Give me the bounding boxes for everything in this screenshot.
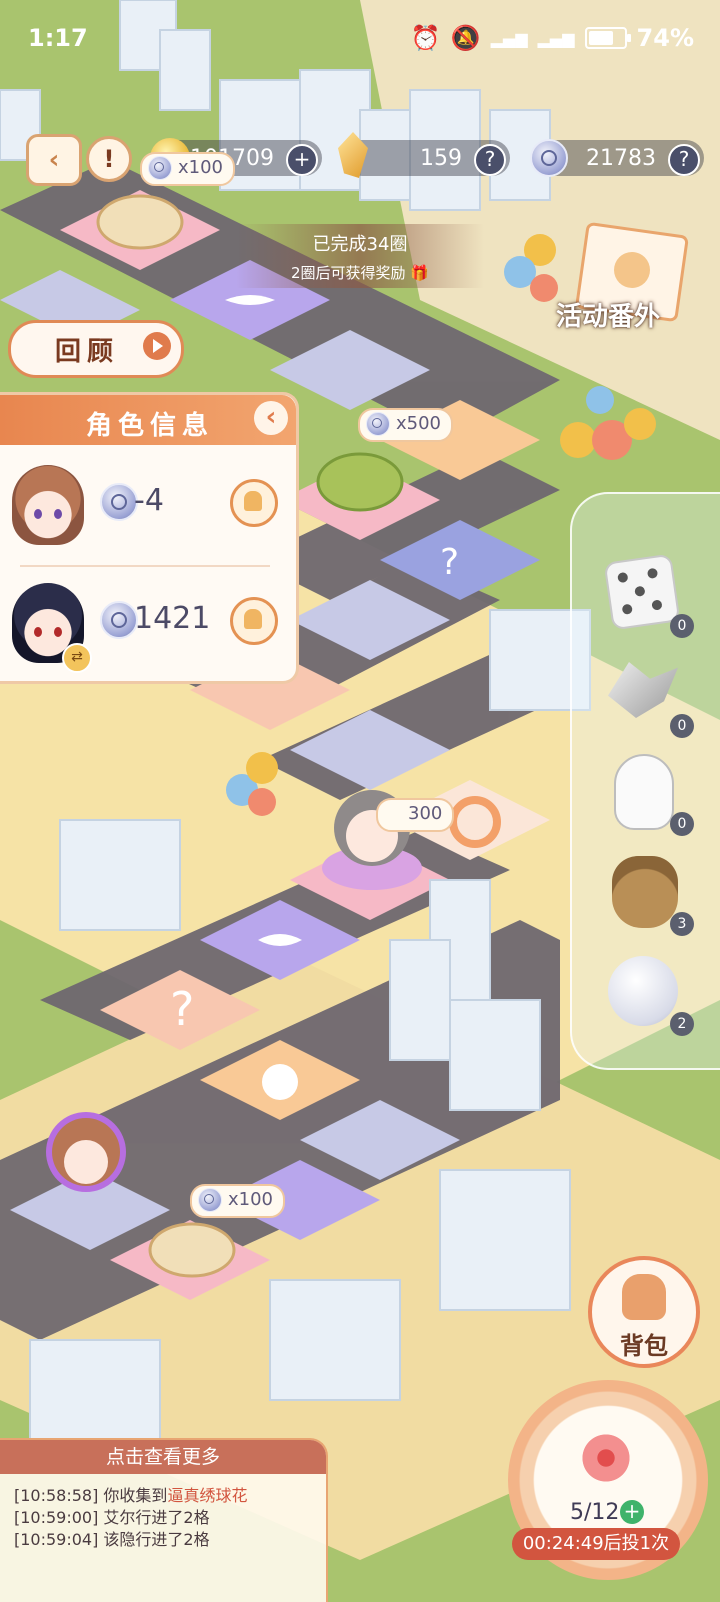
battery-icon — [584, 27, 631, 49]
snowball-item[interactable]: 2 — [602, 950, 694, 1036]
backpack-icon — [622, 1274, 666, 1320]
reward-chip: 300 — [376, 798, 455, 832]
log-time: [10:58:58] — [14, 1486, 99, 1505]
mute-icon: 🔕 — [450, 24, 481, 52]
reward-chip: x100 — [140, 152, 236, 186]
laps-completed: 已完成34圈 — [312, 234, 408, 255]
activity-extra-button[interactable]: 活动番外 — [556, 296, 660, 333]
role-row: -4 — [0, 453, 296, 563]
log-highlight: 逼真绣球花 — [167, 1486, 248, 1505]
status-bar: 1:17 ⏰ 🔕 ▂▄▆ ▂▄▆ 74% — [0, 0, 720, 76]
glove-item[interactable]: 0 — [602, 750, 694, 836]
battery-level: 74% — [636, 24, 694, 52]
gift-icon: 🎁 — [410, 264, 429, 282]
backpack-label: 背包 — [620, 1332, 668, 1360]
reward-chip-label: x500 — [396, 413, 442, 434]
log-line: [10:59:00] 艾尔行进了2格 — [14, 1504, 210, 1528]
add-dice-button[interactable]: + — [620, 1500, 644, 1524]
role-info-panel: 角色信息 ‹ -4 ⇄ 1421 — [0, 392, 299, 684]
collapse-chevron-icon[interactable]: ‹ — [254, 401, 288, 435]
status-icons: ⏰ 🔕 ▂▄▆ ▂▄▆ 74% — [411, 24, 694, 52]
next-reward-hint: 2圈后可获得奖励 🎁 — [236, 262, 484, 283]
silver-amount: 21783 — [586, 146, 656, 171]
refill-timer: 00:24:49后投1次 — [512, 1528, 680, 1560]
silver-coin-icon — [530, 139, 568, 177]
role-row: ⇄ 1421 — [0, 571, 296, 681]
item-panel: 0 0 0 3 2 — [570, 492, 720, 1070]
dice-counter: 5/12 — [570, 1500, 620, 1525]
log-time: [10:59:04] — [14, 1530, 99, 1549]
role-info-title: 角色信息 — [86, 411, 215, 441]
add-gold-button[interactable]: + — [286, 144, 318, 176]
log-text: 该隐行进了2格 — [98, 1530, 210, 1549]
silver-help-button[interactable]: ? — [668, 144, 700, 176]
activity-extra-label: 活动番外 — [556, 302, 661, 332]
svg-text:?: ? — [170, 982, 194, 1036]
play-arrow-icon — [143, 332, 171, 360]
silver-coin-icon — [100, 483, 138, 521]
svg-text:?: ? — [440, 542, 459, 583]
item-count: 0 — [670, 714, 694, 738]
item-count: 2 — [670, 1012, 694, 1036]
role-action-button[interactable] — [230, 479, 278, 527]
silver-coin-icon — [198, 1188, 222, 1212]
crystal-help-button[interactable]: ? — [474, 144, 506, 176]
event-log[interactable]: 点击查看更多 [10:58:58] 你收集到逼真绣球花 [10:59:00] 艾… — [0, 1438, 328, 1602]
shard-icon — [608, 662, 678, 718]
back-button[interactable]: ‹ — [26, 134, 82, 186]
reward-chip-label: 300 — [408, 803, 443, 824]
role-coin-value: -4 — [134, 483, 164, 518]
reward-chip: x100 — [190, 1184, 286, 1218]
log-time: [10:59:00] — [14, 1508, 99, 1527]
log-line: [10:59:04] 该隐行进了2格 — [14, 1526, 210, 1550]
divider — [20, 565, 270, 567]
bag-item[interactable]: 3 — [602, 850, 694, 936]
status-time: 1:17 — [28, 24, 88, 52]
item-count: 3 — [670, 912, 694, 936]
log-text: 艾尔行进了2格 — [98, 1508, 210, 1527]
review-label: 回顾 — [55, 337, 120, 367]
item-count: 0 — [670, 812, 694, 836]
bag-icon — [612, 856, 678, 928]
next-reward-text: 2圈后可获得奖励 — [290, 264, 406, 282]
shard-item[interactable]: 0 — [602, 652, 694, 738]
npc-token — [46, 1112, 126, 1192]
log-line: [10:58:58] 你收集到逼真绣球花 — [14, 1482, 247, 1506]
role-coin-value: 1421 — [134, 601, 211, 636]
reward-chip: x500 — [358, 408, 454, 442]
avatar — [12, 465, 84, 545]
backpack-button[interactable]: 背包 — [588, 1256, 700, 1368]
alarm-icon: ⏰ — [410, 24, 441, 52]
silver-coin-icon — [366, 412, 390, 436]
silver-coin-icon — [100, 601, 138, 639]
dice-icon — [603, 553, 681, 631]
signal-icon: ▂▄▆ — [537, 28, 575, 48]
snowball-icon — [608, 956, 678, 1026]
currency-crystal: 159 ? — [344, 140, 510, 176]
glove-icon — [614, 754, 674, 830]
reward-chip-label: x100 — [178, 157, 224, 178]
notice-button[interactable]: ! — [86, 136, 132, 182]
flower-icon — [576, 1428, 636, 1488]
role-info-header: 角色信息 ‹ — [0, 395, 296, 445]
silver-coin-icon — [148, 156, 172, 180]
crystal-amount: 159 — [420, 146, 462, 171]
log-text: 你收集到 — [98, 1486, 168, 1505]
back-arrow-icon: ‹ — [48, 145, 60, 175]
view-more-header[interactable]: 点击查看更多 — [0, 1440, 326, 1474]
lap-progress-banner: 已完成34圈 2圈后可获得奖励 🎁 — [236, 224, 484, 288]
role-action-button[interactable] — [230, 597, 278, 645]
review-button[interactable]: 回顾 — [8, 320, 184, 378]
exclamation-icon: ! — [103, 145, 115, 173]
swap-icon[interactable]: ⇄ — [62, 643, 92, 673]
dice-item[interactable]: 0 — [602, 552, 694, 638]
signal-icon: ▂▄▆ — [490, 28, 528, 48]
item-count: 0 — [670, 614, 694, 638]
reward-chip-label: x100 — [228, 1189, 274, 1210]
